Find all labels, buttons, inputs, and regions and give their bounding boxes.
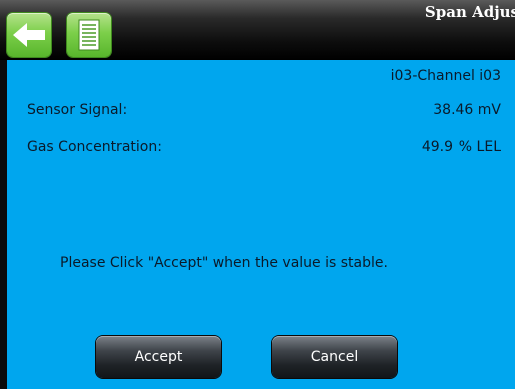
arrow-left-icon — [13, 23, 45, 47]
instruction-text: Please Click "Accept" when the value is … — [60, 255, 388, 271]
span-adjust-screen: Span Adjus i03-Channel i03 Sensor Signal… — [0, 0, 515, 389]
sensor-signal-value: 38.46 mV — [433, 102, 501, 118]
document-button[interactable] — [67, 13, 111, 57]
back-button[interactable] — [7, 13, 51, 57]
gas-concentration-value: 49.9 — [421, 139, 453, 155]
content-panel: i03-Channel i03 Sensor Signal: 38.46 mV … — [7, 60, 515, 389]
accept-button[interactable]: Accept — [96, 336, 221, 378]
gas-concentration-label: Gas Concentration: — [27, 139, 162, 155]
document-icon — [78, 19, 100, 51]
channel-name: i03-Channel i03 — [390, 68, 501, 84]
gas-concentration-unit: % LEL — [458, 139, 501, 155]
cancel-button[interactable]: Cancel — [272, 336, 397, 378]
screen-title: Span Adjus — [424, 3, 515, 21]
sensor-signal-label: Sensor Signal: — [27, 102, 128, 118]
header-bar: Span Adjus — [0, 0, 515, 60]
